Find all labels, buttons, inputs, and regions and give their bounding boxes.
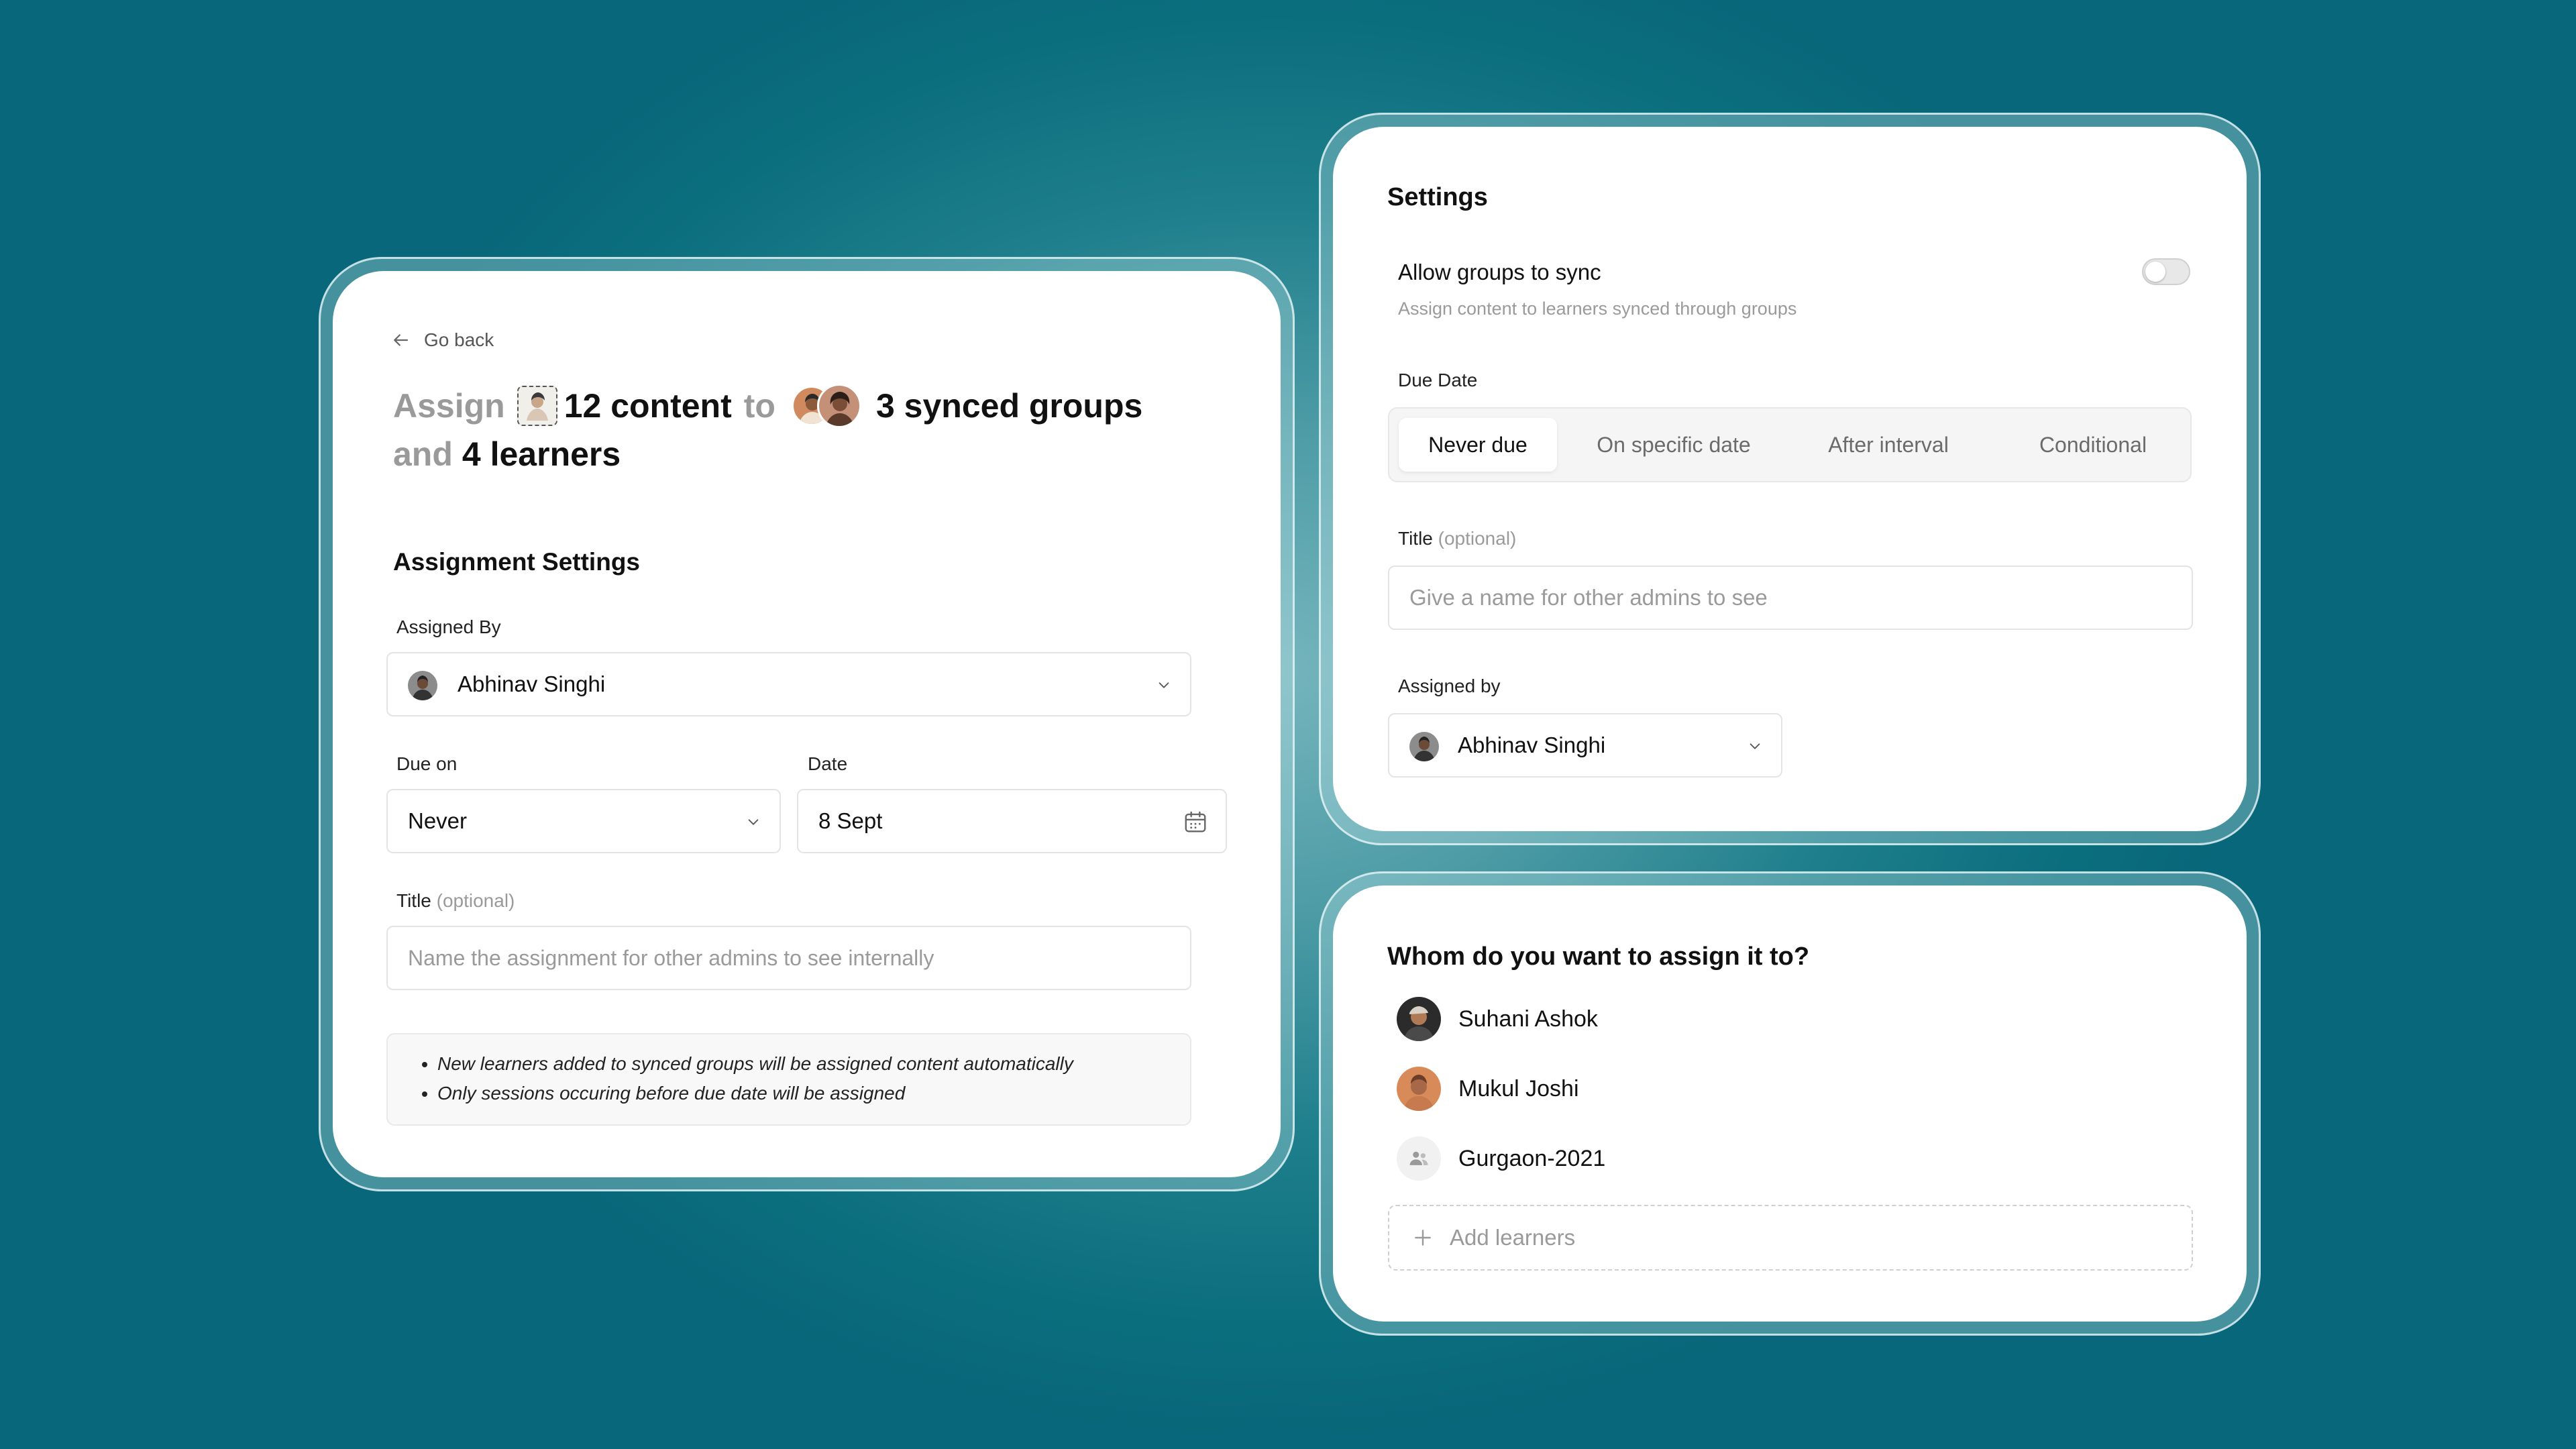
avatar bbox=[1409, 732, 1439, 761]
go-back-label: Go back bbox=[424, 329, 494, 350]
assigned-by-value: Abhinav Singhi bbox=[458, 672, 606, 696]
section-title: Assignment Settings bbox=[393, 548, 640, 576]
assignee-name: Mukul Joshi bbox=[1458, 1075, 1579, 1102]
plus-icon bbox=[1415, 1230, 1431, 1246]
chevron-down-icon bbox=[748, 819, 759, 825]
chevron-down-icon bbox=[1750, 743, 1760, 749]
headline-to: to bbox=[743, 387, 775, 425]
calendar-icon[interactable] bbox=[1183, 809, 1208, 835]
add-learners-button[interactable]: Add learners bbox=[1388, 1205, 2193, 1271]
note-item: New learners added to synced groups will… bbox=[437, 1049, 1190, 1079]
assignee-row[interactable]: Mukul Joshi bbox=[1397, 1067, 1579, 1111]
chevron-down-icon bbox=[1159, 682, 1169, 688]
headline-and: and bbox=[393, 435, 453, 473]
title-label-text: Title bbox=[396, 890, 431, 911]
toggle-knob bbox=[2145, 262, 2165, 282]
due-on-label: Due on bbox=[396, 753, 458, 774]
assign-content-card: Go back Assign 12 content to 3 synced gr… bbox=[333, 271, 1281, 1177]
note-item: Only sessions occuring before due date w… bbox=[437, 1079, 1190, 1108]
avatar bbox=[1397, 997, 1441, 1041]
avatar-face-icon bbox=[1403, 1006, 1434, 1041]
settings-title: Settings bbox=[1387, 183, 1488, 211]
assignee-name: Gurgaon-2021 bbox=[1458, 1145, 1606, 1171]
headline-assign: Assign bbox=[393, 387, 505, 425]
due-date-segmented-control: Never due On specific date After interva… bbox=[1388, 407, 2192, 482]
assigned-by-select[interactable]: Abhinav Singhi bbox=[386, 652, 1191, 716]
settings-assigned-by-value: Abhinav Singhi bbox=[1458, 733, 1606, 757]
arrow-left-icon bbox=[394, 334, 409, 346]
date-value: 8 Sept bbox=[818, 808, 883, 833]
person-illustration-icon bbox=[518, 387, 556, 425]
headline-groups-count: 3 synced groups bbox=[875, 387, 1143, 425]
group-avatars bbox=[791, 384, 865, 428]
avatar bbox=[408, 671, 437, 700]
group-icon bbox=[1409, 1151, 1428, 1165]
avatar-face-icon bbox=[1413, 737, 1435, 761]
settings-card: Settings Allow groups to sync Assign con… bbox=[1333, 127, 2247, 831]
title-placeholder: Name the assignment for other admins to … bbox=[408, 945, 934, 970]
settings-title-placeholder: Give a name for other admins to see bbox=[1409, 585, 1768, 610]
content-thumbnail bbox=[517, 386, 557, 426]
due-on-value: Never bbox=[408, 808, 468, 833]
sync-toggle-label: Allow groups to sync bbox=[1398, 260, 1601, 284]
headline-learners-count: 4 learners bbox=[462, 435, 621, 473]
headline: Assign 12 content to 3 synced groups and… bbox=[393, 382, 1238, 478]
assignee-row[interactable]: Gurgaon-2021 bbox=[1397, 1136, 1605, 1181]
title-input[interactable]: Name the assignment for other admins to … bbox=[386, 926, 1191, 990]
due-date-option-after-interval[interactable]: After interval bbox=[1801, 418, 1976, 472]
avatar-face-icon bbox=[412, 676, 433, 700]
settings-assigned-by-select[interactable]: Abhinav Singhi bbox=[1388, 713, 1782, 777]
due-date-label: Due Date bbox=[1398, 370, 1478, 390]
avatar bbox=[1397, 1067, 1441, 1111]
due-date-option-never-due[interactable]: Never due bbox=[1399, 418, 1557, 472]
assignee-name: Suhani Ashok bbox=[1458, 1006, 1598, 1032]
sync-toggle-description: Assign content to learners synced throug… bbox=[1398, 299, 1797, 319]
group-avatar-2 bbox=[816, 384, 861, 428]
date-label: Date bbox=[808, 753, 848, 774]
headline-content-count: 12 content bbox=[564, 387, 732, 425]
assignees-card: Whom do you want to assign it to? Suhani… bbox=[1333, 885, 2247, 1322]
settings-assigned-by-label: Assigned by bbox=[1398, 676, 1501, 696]
settings-title-label: Title (optional) bbox=[1398, 528, 1516, 549]
sync-toggle-switch[interactable] bbox=[2142, 258, 2190, 285]
settings-title-label-text: Title bbox=[1398, 528, 1433, 549]
due-date-option-specific-date[interactable]: On specific date bbox=[1573, 418, 1774, 472]
due-on-select[interactable]: Never bbox=[386, 789, 781, 853]
assignees-title: Whom do you want to assign it to? bbox=[1387, 943, 1810, 971]
title-optional-hint: (optional) bbox=[436, 890, 515, 911]
avatar-face-icon bbox=[826, 392, 854, 426]
date-input[interactable]: 8 Sept bbox=[797, 789, 1227, 853]
info-notes-box: New learners added to synced groups will… bbox=[386, 1033, 1191, 1126]
title-label: Title (optional) bbox=[396, 890, 515, 912]
group-avatar bbox=[1397, 1136, 1441, 1181]
due-date-option-conditional[interactable]: Conditional bbox=[1996, 418, 2190, 472]
go-back-link[interactable]: Go back bbox=[390, 327, 494, 354]
assigned-by-label: Assigned By bbox=[396, 616, 501, 637]
settings-title-input[interactable]: Give a name for other admins to see bbox=[1388, 566, 2193, 630]
avatar-face-icon bbox=[1403, 1075, 1434, 1111]
assignee-row[interactable]: Suhani Ashok bbox=[1397, 997, 1598, 1041]
add-learners-label: Add learners bbox=[1450, 1225, 1576, 1250]
settings-title-optional-hint: (optional) bbox=[1438, 528, 1517, 549]
